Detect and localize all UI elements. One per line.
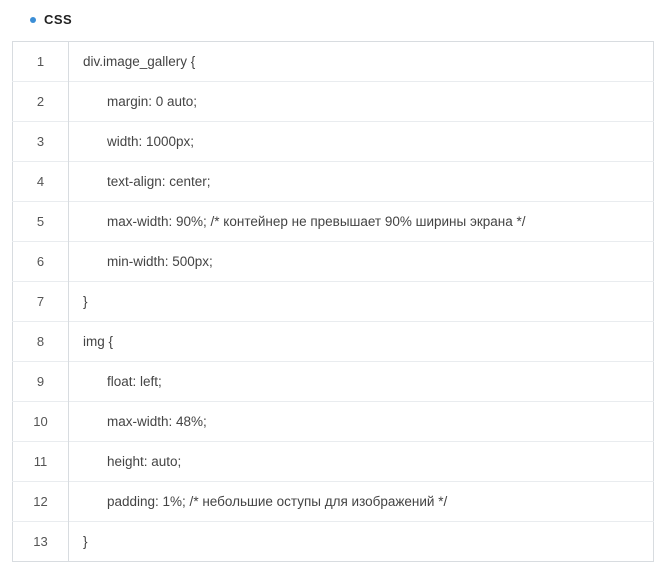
line-number: 4: [13, 162, 69, 202]
language-title: CSS: [44, 12, 72, 27]
code-text: img {: [69, 322, 654, 362]
code-text: }: [69, 282, 654, 322]
line-number: 5: [13, 202, 69, 242]
line-number: 7: [13, 282, 69, 322]
code-text: }: [69, 522, 654, 562]
code-line: 7}: [13, 282, 654, 322]
code-line: 4text-align: center;: [13, 162, 654, 202]
code-line: 3width: 1000px;: [13, 122, 654, 162]
line-number: 8: [13, 322, 69, 362]
code-line: 8img {: [13, 322, 654, 362]
line-number: 13: [13, 522, 69, 562]
code-line: 12padding: 1%; /* небольшие оступы для и…: [13, 482, 654, 522]
line-number: 6: [13, 242, 69, 282]
line-number: 12: [13, 482, 69, 522]
code-line: 11height: auto;: [13, 442, 654, 482]
line-number: 9: [13, 362, 69, 402]
line-number: 11: [13, 442, 69, 482]
code-text: height: auto;: [69, 442, 654, 482]
code-text: max-width: 48%;: [69, 402, 654, 442]
code-text: width: 1000px;: [69, 122, 654, 162]
code-line: 10max-width: 48%;: [13, 402, 654, 442]
line-number: 2: [13, 82, 69, 122]
code-text: padding: 1%; /* небольшие оступы для изо…: [69, 482, 654, 522]
code-text: float: left;: [69, 362, 654, 402]
code-text: text-align: center;: [69, 162, 654, 202]
language-header: CSS: [30, 12, 653, 27]
line-number: 10: [13, 402, 69, 442]
bullet-icon: [30, 17, 36, 23]
code-text: max-width: 90%; /* контейнер не превышае…: [69, 202, 654, 242]
code-line: 13}: [13, 522, 654, 562]
line-number: 3: [13, 122, 69, 162]
code-line: 1div.image_gallery {: [13, 42, 654, 82]
code-block: 1div.image_gallery {2margin: 0 auto;3wid…: [12, 41, 654, 562]
code-text: margin: 0 auto;: [69, 82, 654, 122]
code-line: 2margin: 0 auto;: [13, 82, 654, 122]
line-number: 1: [13, 42, 69, 82]
code-line: 9float: left;: [13, 362, 654, 402]
code-line: 6min-width: 500px;: [13, 242, 654, 282]
code-line: 5max-width: 90%; /* контейнер не превыша…: [13, 202, 654, 242]
code-text: div.image_gallery {: [69, 42, 654, 82]
code-text: min-width: 500px;: [69, 242, 654, 282]
